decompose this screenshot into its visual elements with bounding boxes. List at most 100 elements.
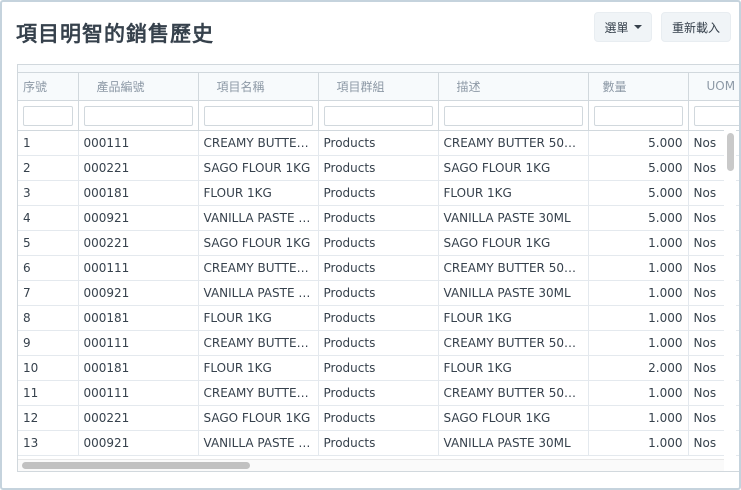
cell-item-group[interactable]: Products — [318, 230, 439, 256]
cell-description[interactable]: CREAMY BUTTER 500... — [438, 330, 589, 356]
column-header-item-name[interactable]: 項目名稱 — [198, 73, 319, 101]
cell-index[interactable]: 7 — [18, 280, 79, 306]
cell-index[interactable]: 5 — [18, 230, 79, 256]
cell-item-name[interactable]: SAGO FLOUR 1KG — [198, 230, 319, 256]
reload-button[interactable]: 重新載入 — [661, 12, 731, 42]
cell-item-name[interactable]: FLOUR 1KG — [198, 355, 319, 381]
table-row[interactable]: 4 000921 VANILLA PASTE 3... Products VANILLA… — [18, 205, 739, 231]
cell-description[interactable]: SAGO FLOUR 1KG — [438, 155, 589, 181]
table-row[interactable]: 5 000221 SAGO FLOUR 1KG Products SAGO FLOUR … — [18, 230, 739, 256]
filter-input-item-name[interactable] — [203, 105, 313, 126]
table-row[interactable]: 12 000221 SAGO FLOUR 1KG Products SAGO FLOUR… — [18, 405, 739, 431]
cell-product-code[interactable]: 000111 — [78, 255, 199, 281]
cell-product-code[interactable]: 000111 — [78, 330, 199, 356]
cell-quantity[interactable]: 1.000 — [588, 280, 689, 306]
cell-product-code[interactable]: 000111 — [78, 130, 199, 156]
cell-product-code[interactable]: 000181 — [78, 305, 199, 331]
cell-index[interactable]: 3 — [18, 180, 79, 206]
table-row[interactable]: 3 000181 FLOUR 1KG Products FLOUR 1KG 5.000 No… — [18, 180, 739, 206]
cell-index[interactable]: 12 — [18, 405, 79, 431]
cell-description[interactable]: VANILLA PASTE 30ML — [438, 280, 589, 306]
cell-index[interactable]: 11 — [18, 380, 79, 406]
cell-item-name[interactable]: VANILLA PASTE 3... — [198, 205, 319, 231]
cell-description[interactable]: SAGO FLOUR 1KG — [438, 405, 589, 431]
cell-product-code[interactable]: 000221 — [78, 230, 199, 256]
cell-description[interactable]: CREAMY BUTTER 500... — [438, 130, 589, 156]
column-header-quantity[interactable]: 數量 — [588, 73, 689, 101]
cell-description[interactable]: VANILLA PASTE 30ML — [438, 205, 589, 231]
cell-description[interactable]: FLOUR 1KG — [438, 355, 589, 381]
filter-input-item-group[interactable] — [323, 105, 433, 126]
cell-quantity[interactable]: 5.000 — [588, 180, 689, 206]
cell-item-name[interactable]: VANILLA PASTE 3... — [198, 430, 319, 456]
cell-product-code[interactable]: 000181 — [78, 355, 199, 381]
cell-index[interactable]: 8 — [18, 305, 79, 331]
cell-quantity[interactable]: 1.000 — [588, 330, 689, 356]
cell-quantity[interactable]: 2.000 — [588, 355, 689, 381]
cell-index[interactable]: 9 — [18, 330, 79, 356]
cell-item-group[interactable]: Products — [318, 205, 439, 231]
table-row[interactable]: 1 000111 CREAMY BUTTER... Products CREAMY BU… — [18, 130, 739, 156]
filter-input-index[interactable] — [23, 105, 73, 126]
cell-product-code[interactable]: 000921 — [78, 430, 199, 456]
column-header-item-group[interactable]: 項目群組 — [318, 73, 439, 101]
column-header-uom[interactable]: UOM — [688, 73, 739, 101]
cell-product-code[interactable]: 000921 — [78, 205, 199, 231]
cell-item-name[interactable]: SAGO FLOUR 1KG — [198, 155, 319, 181]
cell-quantity[interactable]: 1.000 — [588, 305, 689, 331]
column-header-description[interactable]: 描述 — [438, 73, 589, 101]
table-row[interactable]: 8 000181 FLOUR 1KG Products FLOUR 1KG 1.000 No… — [18, 305, 739, 331]
filter-input-uom[interactable] — [693, 105, 739, 126]
cell-index[interactable]: 1 — [18, 130, 79, 156]
cell-item-name[interactable]: CREAMY BUTTER... — [198, 130, 319, 156]
cell-description[interactable]: CREAMY BUTTER 500... — [438, 380, 589, 406]
cell-quantity[interactable]: 1.000 — [588, 430, 689, 456]
cell-quantity[interactable]: 1.000 — [588, 405, 689, 431]
cell-description[interactable]: FLOUR 1KG — [438, 305, 589, 331]
cell-description[interactable]: SAGO FLOUR 1KG — [438, 230, 589, 256]
cell-item-group[interactable]: Products — [318, 430, 439, 456]
cell-index[interactable]: 13 — [18, 430, 79, 456]
cell-item-group[interactable]: Products — [318, 330, 439, 356]
cell-index[interactable]: 10 — [18, 355, 79, 381]
table-row[interactable]: 13 000921 VANILLA PASTE 3... Products VANILL… — [18, 430, 739, 456]
cell-quantity[interactable]: 1.000 — [588, 380, 689, 406]
cell-product-code[interactable]: 000221 — [78, 405, 199, 431]
cell-item-group[interactable]: Products — [318, 255, 439, 281]
cell-quantity[interactable]: 5.000 — [588, 155, 689, 181]
cell-quantity[interactable]: 1.000 — [588, 230, 689, 256]
cell-item-name[interactable]: FLOUR 1KG — [198, 180, 319, 206]
cell-quantity[interactable]: 5.000 — [588, 205, 689, 231]
cell-item-name[interactable]: CREAMY BUTTER... — [198, 330, 319, 356]
table-row[interactable]: 7 000921 VANILLA PASTE 3... Products VANILLA… — [18, 280, 739, 306]
cell-item-group[interactable]: Products — [318, 130, 439, 156]
cell-index[interactable]: 6 — [18, 255, 79, 281]
cell-item-name[interactable]: VANILLA PASTE 3... — [198, 280, 319, 306]
horizontal-scroll-thumb[interactable] — [22, 462, 250, 469]
cell-product-code[interactable]: 000181 — [78, 180, 199, 206]
cell-description[interactable]: VANILLA PASTE 30ML — [438, 430, 589, 456]
cell-description[interactable]: CREAMY BUTTER 500... — [438, 255, 589, 281]
menu-button[interactable]: 選單 — [594, 12, 652, 42]
vertical-scrollbar[interactable] — [724, 129, 736, 465]
column-header-index[interactable]: 序號 — [18, 73, 79, 101]
cell-product-code[interactable]: 000921 — [78, 280, 199, 306]
cell-product-code[interactable]: 000111 — [78, 380, 199, 406]
cell-quantity[interactable]: 5.000 — [588, 130, 689, 156]
table-row[interactable]: 9 000111 CREAMY BUTTER... Products CREAMY BU… — [18, 330, 739, 356]
cell-item-group[interactable]: Products — [318, 305, 439, 331]
table-row[interactable]: 10 000181 FLOUR 1KG Products FLOUR 1KG 2.000 N… — [18, 355, 739, 381]
cell-quantity[interactable]: 1.000 — [588, 255, 689, 281]
cell-item-name[interactable]: CREAMY BUTTER... — [198, 380, 319, 406]
cell-index[interactable]: 2 — [18, 155, 79, 181]
vertical-scroll-thumb[interactable] — [727, 133, 734, 171]
table-row[interactable]: 6 000111 CREAMY BUTTER... Products CREAMY BU… — [18, 255, 739, 281]
cell-description[interactable]: FLOUR 1KG — [438, 180, 589, 206]
cell-item-name[interactable]: SAGO FLOUR 1KG — [198, 405, 319, 431]
table-row[interactable]: 2 000221 SAGO FLOUR 1KG Products SAGO FLOUR … — [18, 155, 739, 181]
table-row[interactable]: 11 000111 CREAMY BUTTER... Products CREAMY B… — [18, 380, 739, 406]
column-header-product-code[interactable]: 產品編號 — [78, 73, 199, 101]
cell-item-name[interactable]: FLOUR 1KG — [198, 305, 319, 331]
cell-item-group[interactable]: Products — [318, 155, 439, 181]
cell-product-code[interactable]: 000221 — [78, 155, 199, 181]
